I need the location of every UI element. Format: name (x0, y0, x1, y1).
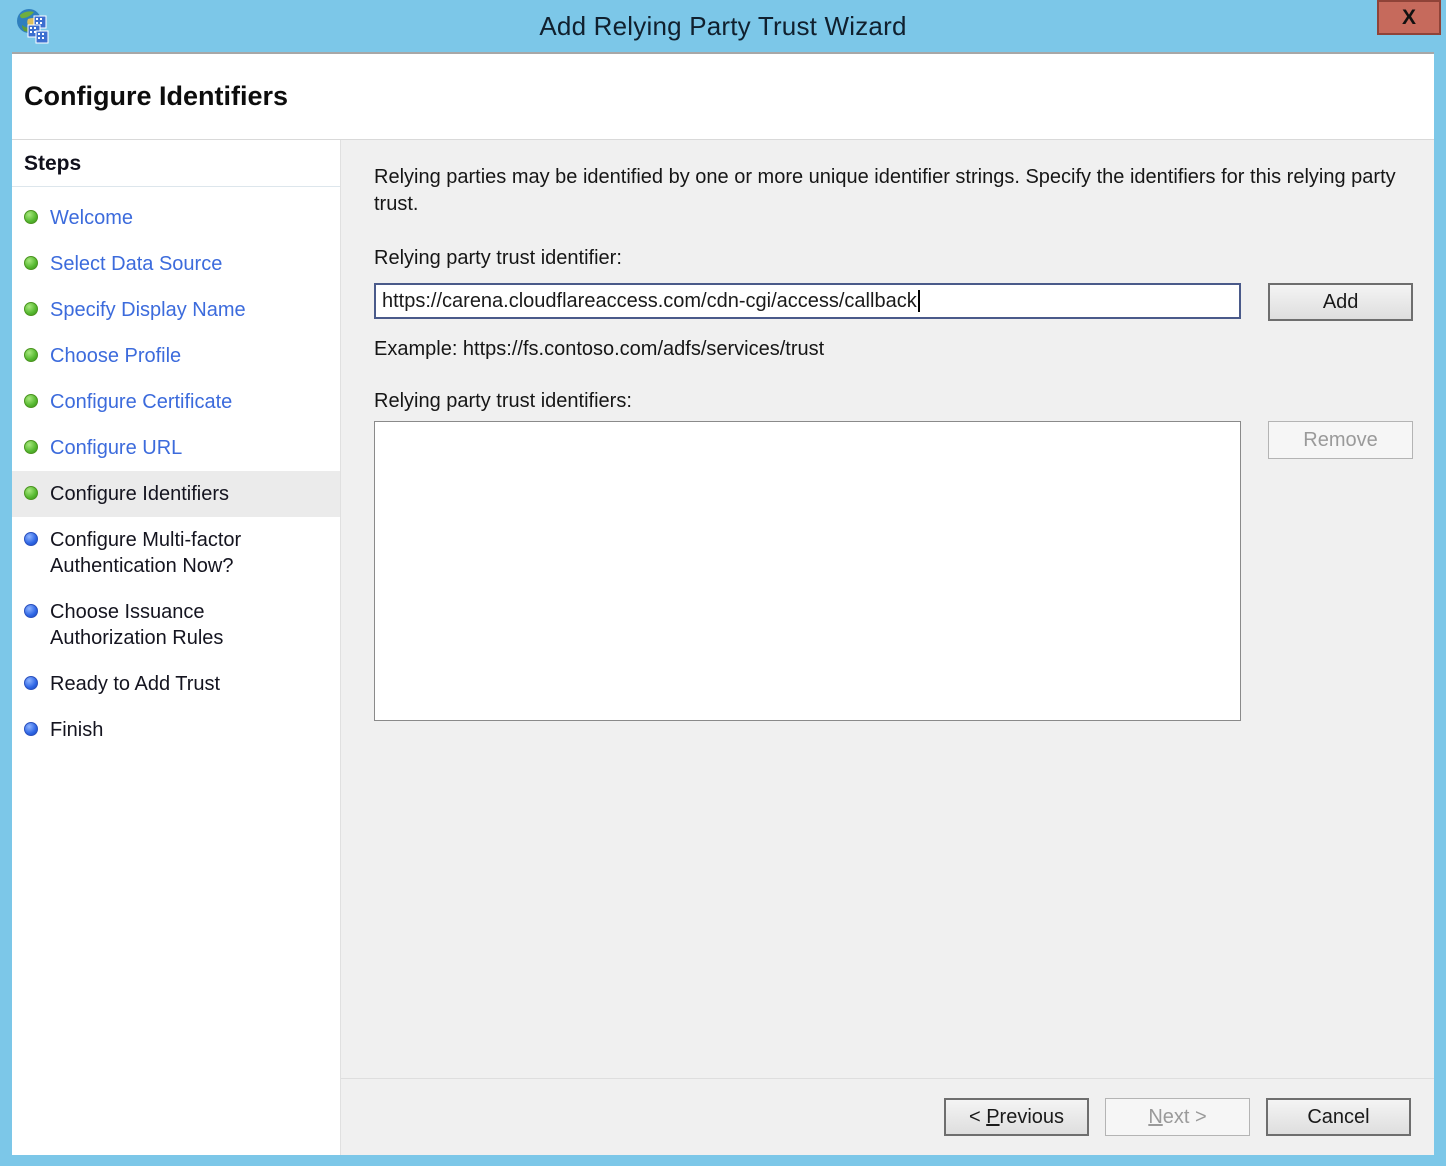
titlebar: Add Relying Party Trust Wizard X (0, 0, 1446, 52)
next-button[interactable]: Next > (1105, 1098, 1250, 1136)
step-status-bullet (24, 256, 38, 270)
sidebar-step-configure-mfa[interactable]: Configure Multi-factor Authentication No… (12, 517, 340, 589)
identifiers-listbox[interactable] (374, 421, 1241, 721)
intro-text: Relying parties may be identified by one… (374, 164, 1404, 218)
steps-heading: Steps (12, 148, 340, 187)
adfs-app-icon (14, 7, 52, 45)
text-caret (918, 290, 920, 312)
steps-sidebar: Steps Welcome Select Data Source Specify… (12, 140, 341, 1155)
sidebar-step-specify-display-name[interactable]: Specify Display Name (12, 287, 340, 333)
wizard-window: Add Relying Party Trust Wizard X Configu… (0, 0, 1446, 1166)
page-title: Configure Identifiers (24, 81, 288, 112)
step-status-bullet (24, 440, 38, 454)
window-title: Add Relying Party Trust Wizard (539, 11, 906, 42)
wizard-footer: < Previous Next > Cancel (341, 1078, 1434, 1155)
sidebar-step-ready-to-add-trust[interactable]: Ready to Add Trust (12, 661, 340, 707)
identifier-input-value: https://carena.cloudflareaccess.com/cdn-… (382, 290, 917, 313)
sidebar-step-configure-url[interactable]: Configure URL (12, 425, 340, 471)
sidebar-step-finish[interactable]: Finish (12, 707, 340, 753)
step-status-bullet (24, 348, 38, 362)
client-area: Configure Identifiers Steps Welcome Sele… (12, 52, 1434, 1155)
step-status-bullet (24, 302, 38, 316)
sidebar-step-welcome[interactable]: Welcome (12, 195, 340, 241)
identifier-field-label: Relying party trust identifier: (374, 247, 1413, 270)
relying-party-identifier-input[interactable]: https://carena.cloudflareaccess.com/cdn-… (374, 283, 1241, 319)
step-content-panel: Relying parties may be identified by one… (341, 140, 1434, 1078)
step-status-bullet (24, 722, 38, 736)
step-status-bullet (24, 532, 38, 546)
sidebar-step-configure-identifiers[interactable]: Configure Identifiers (12, 471, 340, 517)
step-status-bullet (24, 604, 38, 618)
step-status-bullet (24, 210, 38, 224)
close-button[interactable]: X (1377, 0, 1441, 35)
previous-button[interactable]: < Previous (944, 1098, 1089, 1136)
step-status-bullet (24, 486, 38, 500)
sidebar-step-choose-profile[interactable]: Choose Profile (12, 333, 340, 379)
cancel-button[interactable]: Cancel (1266, 1098, 1411, 1136)
identifiers-list-label: Relying party trust identifiers: (374, 390, 1413, 413)
example-text: Example: https://fs.contoso.com/adfs/ser… (374, 338, 1413, 361)
add-button[interactable]: Add (1268, 283, 1413, 321)
step-status-bullet (24, 676, 38, 690)
sidebar-step-choose-issuance-rules[interactable]: Choose Issuance Authorization Rules (12, 589, 340, 661)
sidebar-step-configure-certificate[interactable]: Configure Certificate (12, 379, 340, 425)
page-header: Configure Identifiers (12, 54, 1434, 140)
sidebar-step-select-data-source[interactable]: Select Data Source (12, 241, 340, 287)
remove-button[interactable]: Remove (1268, 421, 1413, 459)
step-status-bullet (24, 394, 38, 408)
